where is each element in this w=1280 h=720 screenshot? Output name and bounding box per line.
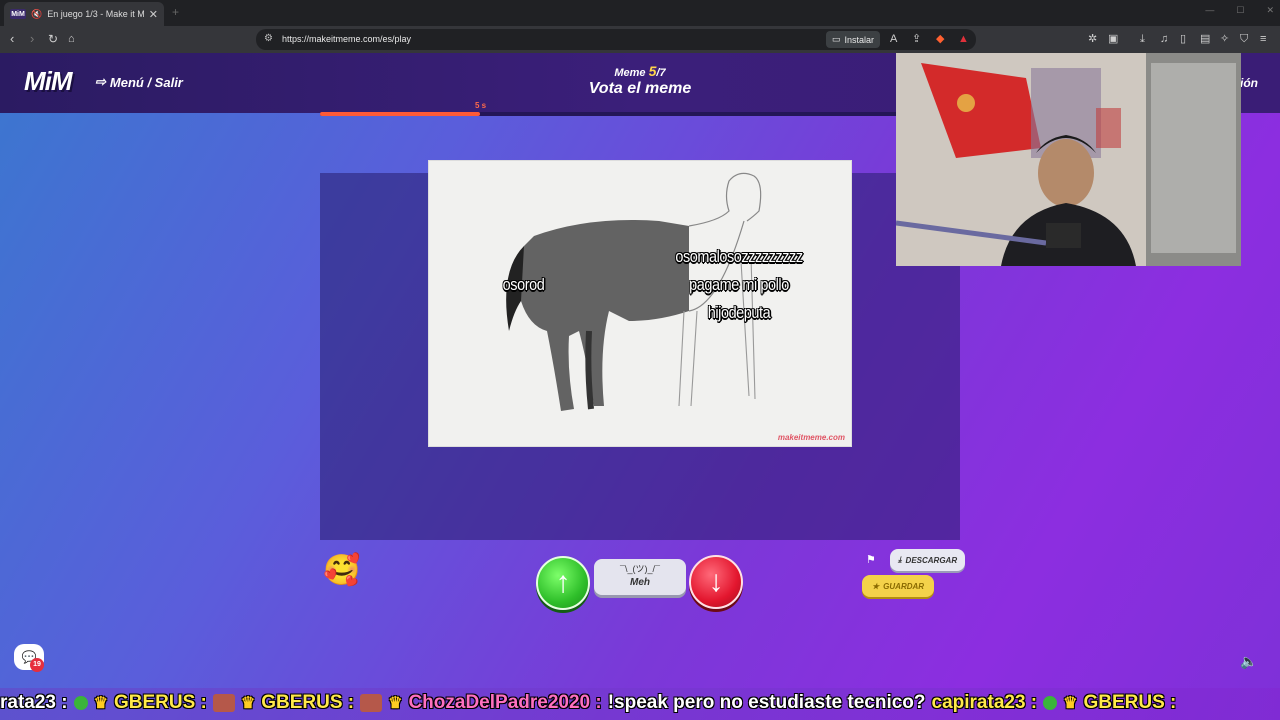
meme-caption-right: osomalosozzzzzzzzz pagame mi pollo hijod… [646, 243, 833, 327]
ticker-content: rata23 : ♛ GBERUS : ♛ GBERUS : ♛ ChozaDe… [0, 692, 1176, 714]
extensions-icon[interactable]: ✲ [1088, 33, 1097, 45]
vote-up-button[interactable]: ↑ [536, 556, 590, 610]
horse-sketch-head [688, 172, 762, 227]
crown-icon: ♛ [240, 695, 256, 712]
menu-icon[interactable]: ≡ [1260, 33, 1266, 45]
new-tab-icon[interactable]: + [172, 5, 179, 19]
arrow-up-icon: ↑ [555, 566, 571, 599]
window-controls: — ☐ ✕ [1205, 5, 1274, 16]
caption-line: osomalosozzzzzzzzz [675, 247, 803, 266]
download-icon: ⤓ [898, 555, 902, 564]
download-button[interactable]: ⤓ DESCARGAR [890, 549, 966, 571]
ticker-user: rata23 : [0, 692, 68, 713]
timer-fill [320, 112, 480, 116]
emote-icon [212, 694, 235, 712]
reload-icon[interactable]: ↻ [48, 32, 58, 46]
timer-bar [320, 112, 960, 116]
url-text[interactable]: https://makeitmeme.com/es/play [282, 34, 411, 44]
install-button[interactable]: ▭ Instalar [826, 31, 881, 48]
ticker-user: GBERUS : [113, 692, 207, 713]
speaker-muted-icon[interactable]: 🔇 [31, 9, 42, 20]
emoji-reaction-button[interactable]: 🥰 [323, 553, 360, 589]
emote-icon [1043, 696, 1058, 710]
home-icon[interactable]: ⌂ [68, 32, 75, 46]
header-right-label[interactable]: ión [1240, 76, 1258, 90]
translate-icon[interactable]: A [890, 33, 897, 45]
emote-icon [360, 694, 383, 712]
round-prefix: Meme [614, 67, 646, 79]
round-total: /7 [656, 67, 666, 79]
ticker-user: capirata23 : [931, 692, 1038, 713]
media-icon[interactable]: ♫ [1160, 33, 1168, 45]
horse-rear-leg [585, 330, 594, 410]
watermark: makeitmeme.com [777, 433, 845, 442]
vpn-icon[interactable]: ⛉ [1240, 33, 1248, 45]
sidebar-icon[interactable]: ▯ [1180, 33, 1186, 45]
tab-search-icon[interactable]: ▣ [1108, 33, 1118, 45]
save-label: GUARDAR [883, 581, 925, 591]
ticker-user: GBERUS : [261, 692, 355, 713]
tab-title: En juego 1/3 - Make it Meme [47, 9, 144, 19]
close-tab-icon[interactable]: ✕ [149, 8, 158, 21]
star-icon: ★ [872, 581, 880, 591]
install-label: Instalar [844, 34, 875, 45]
report-flag-icon[interactable]: ⚑ [866, 553, 876, 566]
wallet-icon[interactable]: ▤ [1200, 33, 1210, 45]
speaker-icon[interactable]: 🔈 [1240, 653, 1257, 670]
chat-ticker: rata23 : ♛ GBERUS : ♛ GBERUS : ♛ ChozaDe… [0, 688, 1280, 720]
close-window-icon[interactable]: ✕ [1266, 5, 1274, 16]
caption-line: hijodeputa [707, 303, 771, 322]
share-icon[interactable]: ⇪ [912, 33, 921, 45]
maximize-icon[interactable]: ☐ [1236, 5, 1244, 16]
arrow-down-icon: ↓ [708, 565, 724, 598]
rewards-icon[interactable]: ▲ [958, 33, 969, 45]
meme-image: osorod osomalosozzzzzzzzz pagame mi poll… [428, 160, 852, 447]
leo-icon[interactable]: ✧ [1220, 33, 1229, 45]
vote-down-button[interactable]: ↓ [689, 555, 743, 609]
meh-label: Meh [630, 577, 650, 588]
back-icon[interactable]: ‹ [10, 32, 14, 46]
download-label: DESCARGAR [905, 555, 958, 565]
monitor-icon: ▭ [832, 34, 841, 44]
browser-tabbar: MiM 🔇 En juego 1/3 - Make it Meme ✕ + — … [0, 0, 1280, 26]
browser-tab[interactable]: MiM 🔇 En juego 1/3 - Make it Meme ✕ [4, 2, 164, 26]
caption-line: pagame mi pollo [689, 275, 789, 294]
ticker-message: !speak pero no estudiaste tecnico? [607, 692, 926, 713]
forward-icon[interactable]: › [30, 32, 34, 46]
tab-favicon-icon: MiM [10, 9, 26, 19]
site-settings-icon[interactable]: ⚙ [264, 33, 273, 44]
shrug-face: ¯\_(ツ)_/¯ [620, 564, 660, 574]
emote-icon [73, 696, 88, 710]
webcam-feed [896, 53, 1241, 266]
meme-caption-left: osorod [502, 275, 545, 294]
minimize-icon[interactable]: — [1205, 5, 1214, 16]
crown-icon: ♛ [388, 695, 403, 712]
ticker-user: GBERUS : [1083, 692, 1177, 713]
crown-icon: ♛ [93, 695, 108, 712]
ticker-user: ChozaDelPadre2020 : [408, 692, 602, 713]
crown-icon: ♛ [1063, 695, 1078, 712]
chat-badge: 19 [30, 658, 44, 672]
download-icon[interactable]: ⤓ [1140, 33, 1145, 45]
timer-label: 5 s [475, 101, 487, 110]
webcam-overlay [896, 53, 1241, 266]
vote-meh-button[interactable]: ¯\_(ツ)_/¯ Meh [594, 559, 686, 595]
brave-shield-icon[interactable]: ◆ [936, 33, 944, 45]
save-button[interactable]: ★ GUARDAR [862, 575, 935, 597]
browser-navbar: ‹ › ↻ ⌂ ⚙ https://makeitmeme.com/es/play… [0, 26, 1280, 53]
